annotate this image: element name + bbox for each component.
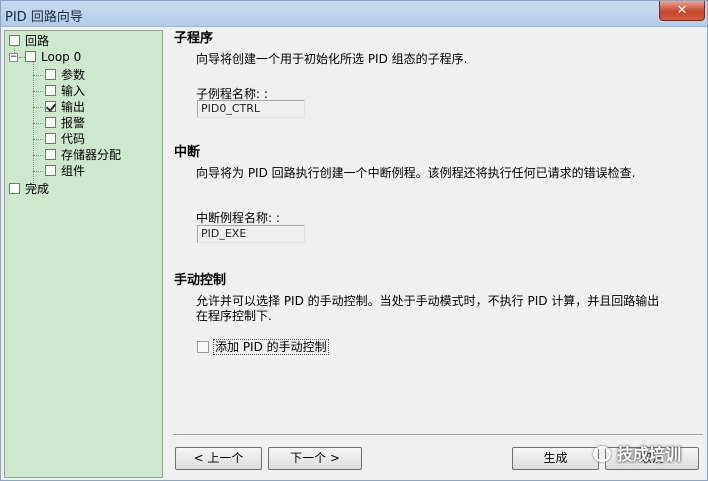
dialog-body: 回路 − Loop 0 参数 输入 输出 报警 代码 存储器分配 组件 完成 子… [1, 27, 707, 480]
watermark: 技成培训 [593, 441, 707, 467]
checkbox-icon [45, 117, 56, 128]
manual-control-checkbox[interactable]: 添加 PID 的手动控制 [197, 338, 329, 355]
tree-connector [33, 123, 43, 124]
tree-item-finish[interactable]: 完成 [9, 181, 49, 197]
button-separator [173, 434, 703, 436]
collapse-icon[interactable]: − [9, 53, 18, 62]
checkbox-icon [9, 183, 20, 194]
next-button[interactable]: 下一个 > [268, 447, 362, 470]
tree-connector [33, 91, 43, 92]
subroutine-description: 向导将创建一个用于初始化所选 PID 组态的子程序. [196, 52, 468, 66]
title-bar[interactable]: PID 回路向导 ✕ [1, 1, 707, 27]
subroutine-name-field[interactable]: PID0_CTRL [197, 100, 305, 118]
tree-connector [33, 155, 43, 156]
checkbox-icon [9, 35, 20, 46]
interrupt-name-field[interactable]: PID_EXE [197, 225, 305, 243]
checkbox-icon [45, 133, 56, 144]
tree-item-memory-allocation[interactable]: 存储器分配 [45, 147, 121, 163]
tree-connector [33, 139, 43, 140]
checkbox-icon [45, 149, 56, 160]
interrupt-description: 向导将为 PID 回路执行创建一个中断例程。该例程还将执行任何已请求的错误检查. [196, 166, 636, 180]
manual-control-description-line1: 允许并可以选择 PID 的手动控制。当处于手动模式时，不执行 PID 计算，并且… [196, 294, 660, 308]
tree-item-input[interactable]: 输入 [45, 83, 85, 99]
manual-control-section-title: 手动控制 [174, 273, 227, 288]
checkbox-icon [45, 85, 56, 96]
tree-item-components[interactable]: 组件 [45, 163, 85, 179]
checkbox-icon[interactable] [197, 341, 209, 353]
interrupt-section-title: 中断 [174, 145, 201, 160]
window-title: PID 回路向导 [5, 10, 83, 25]
tree-item-alarm[interactable]: 报警 [45, 115, 85, 131]
prev-button[interactable]: < 上一个 [175, 447, 262, 470]
tree-item-parameters[interactable]: 参数 [45, 67, 85, 83]
tree-connector [33, 107, 43, 108]
tree-item-loops[interactable]: 回路 [9, 33, 49, 49]
manual-control-checkbox-label[interactable]: 添加 PID 的手动控制 [213, 339, 329, 355]
manual-control-description-line2: 在程序控制下. [196, 309, 272, 323]
tree-item-code[interactable]: 代码 [45, 131, 85, 147]
checkmark-icon [45, 101, 56, 112]
subroutine-section-title: 子程序 [174, 31, 214, 46]
checkbox-icon [45, 69, 56, 80]
interrupt-name-label: 中断例程名称: : [196, 211, 280, 225]
tree-item-output[interactable]: 输出 [45, 99, 85, 115]
wizard-step-tree[interactable]: 回路 − Loop 0 参数 输入 输出 报警 代码 存储器分配 组件 完成 [4, 30, 163, 478]
pid-wizard-window: PID 回路向导 ✕ 回路 − Loop 0 参数 输入 输出 报警 代码 存储… [0, 0, 708, 481]
wizard-content: 子程序 向导将创建一个用于初始化所选 PID 组态的子程序. 子例程名称: : … [166, 27, 707, 480]
close-button[interactable]: ✕ [659, 1, 705, 21]
checkbox-icon [45, 165, 56, 176]
checkbox-icon [25, 51, 36, 62]
finish-button[interactable]: 生成 [512, 447, 599, 470]
tree-connector [33, 75, 43, 76]
tree-connector [33, 171, 43, 172]
wechat-icon [593, 446, 611, 462]
tree-item-loop-0[interactable]: Loop 0 [25, 49, 81, 65]
